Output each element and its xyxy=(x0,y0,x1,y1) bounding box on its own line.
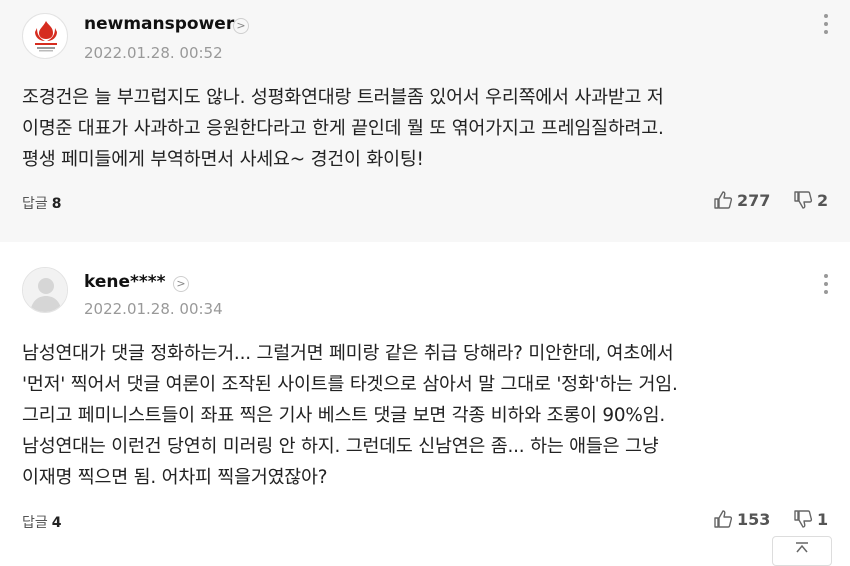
thumbs-up-icon xyxy=(714,510,733,528)
like-count: 153 xyxy=(737,509,771,529)
reply-count: 4 xyxy=(51,515,62,531)
comment-date: 2022.01.28. 00:34 xyxy=(84,300,223,318)
like-button[interactable]: 153 xyxy=(713,509,770,529)
reply-button[interactable]: 답글 4 xyxy=(22,512,62,532)
reply-count: 8 xyxy=(51,196,62,212)
chevron-right-icon[interactable]: > xyxy=(233,18,249,34)
arrow-up-icon xyxy=(796,542,808,553)
dislike-count: 1 xyxy=(817,509,829,529)
reply-button[interactable]: 답글 8 xyxy=(22,193,62,213)
like-button[interactable]: 277 xyxy=(713,190,770,210)
red-flame-logo-icon xyxy=(35,21,57,52)
comment-body: 조경건은 늘 부끄럽지도 않나. 성평화연대랑 트러블좀 있어서 우리쪽에서 사… xyxy=(22,87,664,170)
chevron-right-icon[interactable]: > xyxy=(173,276,189,292)
like-count: 277 xyxy=(737,190,771,210)
more-vertical-icon[interactable] xyxy=(822,14,830,38)
more-vertical-icon[interactable] xyxy=(822,274,830,298)
comment-author[interactable]: newmanspower xyxy=(84,14,234,34)
reply-label: 답글 xyxy=(22,196,48,212)
comment-author[interactable]: kene**** xyxy=(84,272,166,292)
dislike-count: 2 xyxy=(817,190,829,210)
avatar[interactable] xyxy=(22,267,68,313)
comment-date: 2022.01.28. 00:52 xyxy=(84,44,223,62)
reply-label: 답글 xyxy=(22,515,48,531)
avatar[interactable] xyxy=(22,13,68,59)
dislike-button[interactable]: 1 xyxy=(793,509,828,529)
thumbs-down-icon xyxy=(794,191,813,209)
dislike-button[interactable]: 2 xyxy=(793,190,828,210)
comment-item: kene**** > 2022.01.28. 00:34 남성연대가 댓글 정화… xyxy=(0,242,850,554)
default-user-avatar-icon xyxy=(23,268,67,312)
thumbs-down-icon xyxy=(794,510,813,528)
comment-item: newmanspower > 2022.01.28. 00:52 조경건은 늘 … xyxy=(0,0,850,242)
scroll-top-button[interactable] xyxy=(772,536,832,566)
thumbs-up-icon xyxy=(714,191,733,209)
comment-body: 남성연대가 댓글 정화하는거... 그럴거면 페미랑 같은 취급 당해라? 미안… xyxy=(22,343,678,488)
